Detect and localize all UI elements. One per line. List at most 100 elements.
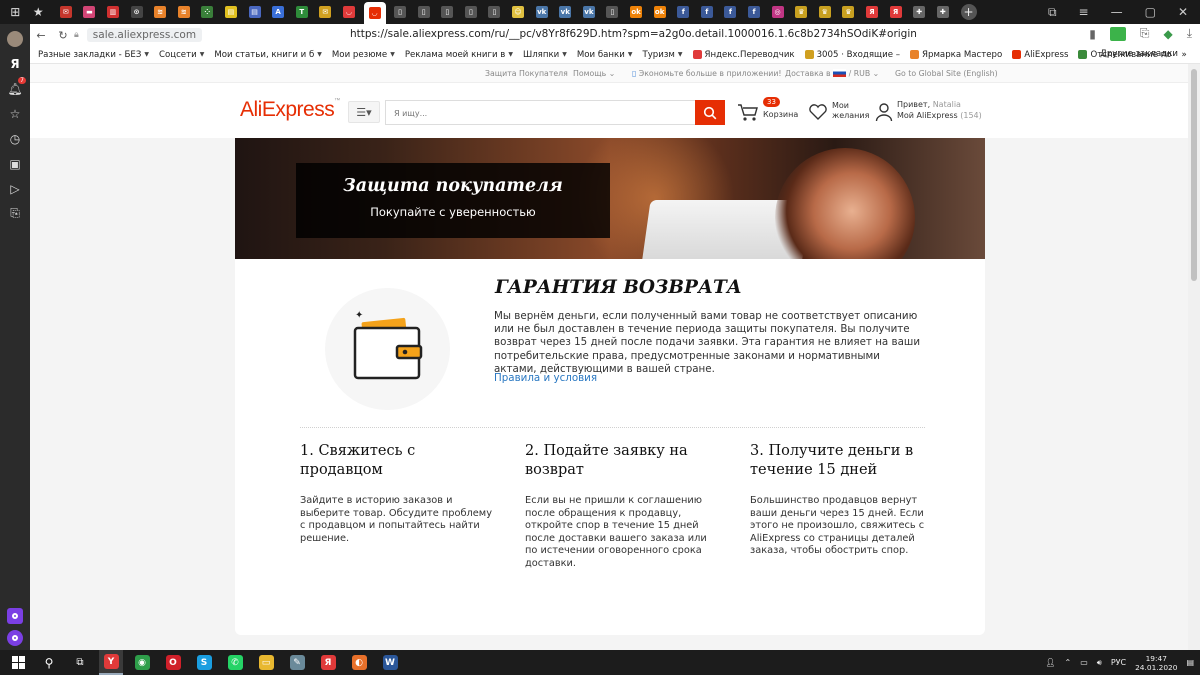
alice-assistant-icon[interactable] bbox=[7, 608, 23, 624]
menu-icon[interactable]: ≡ bbox=[1079, 5, 1089, 19]
page-scrollbar[interactable] bbox=[1188, 64, 1200, 650]
bookmark-item[interactable]: AliExpress bbox=[1012, 50, 1068, 60]
back-arrow-icon[interactable]: ← bbox=[30, 29, 52, 42]
tab[interactable]: ▯ bbox=[438, 3, 456, 21]
tab[interactable]: vk bbox=[533, 3, 551, 21]
download-icon[interactable]: ⤓ bbox=[1187, 26, 1192, 41]
history-icon[interactable]: ◷ bbox=[4, 128, 26, 150]
taskbar-app[interactable]: Y bbox=[99, 650, 123, 675]
help-menu[interactable]: Помощь ⌄ bbox=[573, 69, 615, 78]
bookmark-folder[interactable]: Шляпки ▼ bbox=[523, 50, 567, 60]
tab[interactable]: ▤ bbox=[222, 3, 240, 21]
tab[interactable]: ▯ bbox=[603, 3, 621, 21]
tab[interactable]: ☺ bbox=[509, 3, 527, 21]
tab[interactable]: ♛ bbox=[816, 3, 834, 21]
bookmark-star-icon[interactable]: ★ bbox=[33, 5, 44, 19]
aliexpress-logo[interactable]: AliExpress™ bbox=[240, 98, 340, 122]
downloads-icon[interactable]: ⎘ bbox=[4, 203, 26, 225]
bookmark-flag-icon[interactable]: ▮ bbox=[1089, 27, 1096, 41]
scrollbar-thumb[interactable] bbox=[1191, 69, 1197, 281]
tab[interactable]: ≋ bbox=[151, 3, 169, 21]
bookmarks-overflow-button[interactable]: » bbox=[1182, 50, 1187, 60]
taskbar-app[interactable]: ✎ bbox=[285, 650, 309, 675]
video-icon[interactable]: ▷ bbox=[4, 178, 26, 200]
other-bookmarks[interactable]: Другие закладки bbox=[1100, 49, 1178, 59]
start-button[interactable] bbox=[6, 650, 30, 675]
tab[interactable]: ✚ bbox=[910, 3, 928, 21]
tab[interactable]: Я bbox=[887, 3, 905, 21]
collections-icon[interactable]: ▣ bbox=[4, 153, 26, 175]
tab[interactable]: ▯ bbox=[415, 3, 433, 21]
bookmark-folder[interactable]: Реклама моей книги в ▼ bbox=[405, 50, 513, 60]
tab[interactable]: ▯ bbox=[485, 3, 503, 21]
tab[interactable]: ♛ bbox=[792, 3, 810, 21]
cart-link[interactable]: 33 Корзина bbox=[737, 97, 807, 127]
bookmark-item[interactable]: Яндекс.Переводчик bbox=[692, 50, 795, 60]
chevron-up-icon[interactable]: ⌃ bbox=[1065, 658, 1072, 667]
tabs-grid-icon[interactable]: ⊞ bbox=[10, 5, 20, 19]
terms-link[interactable]: Правила и условия bbox=[494, 372, 597, 384]
tab[interactable]: Я bbox=[863, 3, 881, 21]
tab[interactable]: f bbox=[745, 3, 763, 21]
tab[interactable]: ≋ bbox=[175, 3, 193, 21]
tab[interactable]: ✚ bbox=[934, 3, 952, 21]
people-icon[interactable]: 👤︎ bbox=[1045, 658, 1055, 667]
new-tab-button[interactable]: + bbox=[960, 4, 977, 20]
tab[interactable]: vk bbox=[580, 3, 598, 21]
taskbar-app[interactable]: O bbox=[161, 650, 185, 675]
tab[interactable]: ▬ bbox=[80, 3, 98, 21]
bookmark-item[interactable]: 3005 · Входящие – bbox=[804, 50, 900, 60]
tab[interactable]: f bbox=[721, 3, 739, 21]
notifications-icon[interactable]: 🔔︎ 7 bbox=[4, 76, 26, 100]
bookmark-folder[interactable]: Мои банки ▼ bbox=[577, 50, 633, 60]
tab[interactable]: f bbox=[698, 3, 716, 21]
tab[interactable]: ok bbox=[627, 3, 645, 21]
yandex-icon[interactable]: Я bbox=[4, 53, 26, 75]
tab[interactable]: ◎ bbox=[769, 3, 787, 21]
network-icon[interactable]: ▭ bbox=[1080, 658, 1088, 667]
app-promo-link[interactable]: ▯ Экономьте больше в приложении! bbox=[632, 69, 782, 78]
bookmark-folder[interactable]: Мои статьи, книги и б ▼ bbox=[214, 50, 322, 60]
tab[interactable]: A bbox=[269, 3, 287, 21]
taskbar-app[interactable]: S bbox=[192, 650, 216, 675]
notification-center-icon[interactable]: ▤ bbox=[1186, 658, 1194, 667]
url-field[interactable]: https://sale.aliexpress.com/ru/__pc/v8Yr… bbox=[350, 28, 917, 40]
volume-icon[interactable]: 🔊︎ bbox=[1097, 658, 1102, 668]
tab[interactable]: T bbox=[293, 3, 311, 21]
extension-icon[interactable] bbox=[1109, 26, 1126, 41]
favorites-icon[interactable]: ☆ bbox=[4, 103, 26, 125]
tab[interactable]: ok bbox=[651, 3, 669, 21]
tab[interactable]: ✉ bbox=[316, 3, 334, 21]
bookmark-item[interactable]: Ярмарка Мастеро bbox=[910, 50, 1002, 60]
minimize-icon[interactable]: — bbox=[1111, 5, 1123, 19]
maximize-icon[interactable]: ▢ bbox=[1145, 5, 1156, 19]
search-button[interactable]: ⚲ bbox=[37, 650, 61, 675]
tab[interactable]: ▥ bbox=[104, 3, 122, 21]
account-menu[interactable]: Привет, Natalia Мой AliExpress (154) bbox=[875, 97, 995, 127]
bookmark-folder[interactable]: Мои резюме ▼ bbox=[332, 50, 395, 60]
task-view-button[interactable]: ⧉ bbox=[68, 650, 92, 675]
bookmark-folder[interactable]: Соцсети ▼ bbox=[159, 50, 204, 60]
taskbar-app[interactable]: ▭ bbox=[254, 650, 278, 675]
bookmark-folder[interactable]: Разные закладки - БЕЗ ▼ bbox=[38, 50, 149, 60]
language-indicator[interactable]: РУС bbox=[1111, 658, 1126, 667]
tab[interactable]: ▯ bbox=[462, 3, 480, 21]
taskbar-app[interactable]: ✆ bbox=[223, 650, 247, 675]
reload-icon[interactable]: ↻ bbox=[52, 29, 74, 42]
clock[interactable]: 19:47 24.01.2020 bbox=[1135, 654, 1177, 672]
tab[interactable]: ▤ bbox=[246, 3, 264, 21]
tab[interactable]: ♛ bbox=[839, 3, 857, 21]
alice-voice-icon[interactable] bbox=[7, 630, 23, 646]
tab[interactable]: ⁘ bbox=[198, 3, 216, 21]
copy-icon[interactable]: ⧉ bbox=[1048, 5, 1057, 20]
taskbar-app[interactable]: W bbox=[378, 650, 402, 675]
taskbar-app[interactable]: Я bbox=[316, 650, 340, 675]
tab[interactable]: ⊙ bbox=[128, 3, 146, 21]
categories-button[interactable]: ☰▾ bbox=[348, 101, 380, 123]
tab-active[interactable]: ◡ bbox=[363, 2, 386, 24]
buyer-protection-link[interactable]: Защита Покупателя bbox=[485, 69, 568, 78]
tab[interactable]: ◡ bbox=[340, 3, 358, 21]
tab[interactable]: ✉ bbox=[57, 3, 75, 21]
search-input[interactable] bbox=[386, 102, 696, 125]
tab[interactable]: ▯ bbox=[391, 3, 409, 21]
